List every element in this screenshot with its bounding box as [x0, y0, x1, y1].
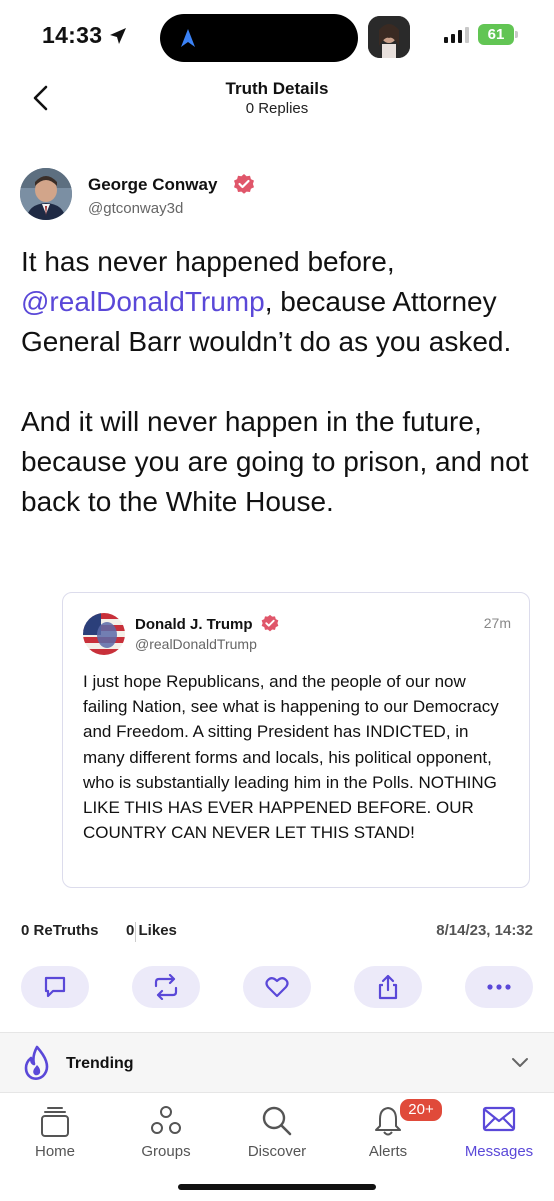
more-icon	[487, 984, 511, 990]
battery-level: 61	[487, 26, 505, 43]
tab-groups[interactable]: Groups	[111, 1099, 221, 1161]
quoted-author-handle[interactable]: @realDonaldTrump	[135, 636, 257, 652]
tab-alerts-label: Alerts	[368, 1143, 408, 1160]
tab-messages-label: Messages	[464, 1143, 534, 1160]
verified-badge-icon	[234, 174, 254, 194]
tab-home-label: Home	[34, 1143, 75, 1160]
retruths-stat[interactable]: 0 ReTruths	[21, 922, 99, 939]
tab-discover-label: Discover	[247, 1143, 307, 1160]
quoted-post-card[interactable]: Donald J. Trump @realDonaldTrump 27m I j…	[62, 592, 530, 888]
tab-groups-label: Groups	[141, 1143, 191, 1160]
cellular-signal-icon	[444, 27, 469, 43]
tab-messages[interactable]: Messages	[444, 1099, 554, 1161]
page-header: Truth Details 0 Replies	[0, 72, 554, 128]
page-title: Truth Details	[225, 79, 329, 98]
home-icon	[41, 1107, 69, 1137]
post-paragraph-2: And it will never happen in the future, …	[21, 406, 529, 517]
navigation-arrow-icon	[181, 29, 195, 47]
tab-home[interactable]: Home	[0, 1099, 110, 1161]
quoted-post-text: I just hope Republicans, and the people …	[83, 672, 499, 843]
home-indicator[interactable]	[178, 1184, 376, 1190]
heart-icon	[265, 977, 289, 998]
post-body: It has never happened before, @realDonal…	[21, 242, 541, 522]
dynamic-island	[160, 14, 358, 62]
search-icon	[262, 1106, 292, 1136]
trending-bar[interactable]: Trending	[0, 1032, 554, 1093]
trending-label: Trending	[66, 1055, 134, 1072]
battery-tip	[515, 31, 518, 38]
retruth-button[interactable]	[132, 966, 200, 1008]
author-name[interactable]: George Conway	[88, 175, 217, 195]
author-handle[interactable]: @gtconway3d	[88, 200, 183, 217]
location-arrow-icon	[110, 28, 126, 44]
alerts-badge: 20+	[398, 1097, 444, 1123]
reply-icon	[44, 976, 66, 998]
status-bar: 14:33 61	[0, 0, 554, 72]
reply-button[interactable]	[21, 966, 89, 1008]
chevron-down-icon[interactable]	[510, 1055, 530, 1069]
share-button[interactable]	[354, 966, 422, 1008]
battery-indicator: 61	[478, 24, 514, 45]
replies-count: 0 Replies	[245, 100, 309, 117]
retruths-label: ReTruths	[33, 922, 99, 939]
mail-icon	[482, 1106, 516, 1132]
quoted-post-time: 27m	[483, 615, 511, 631]
status-time: 14:33	[42, 22, 103, 48]
share-icon	[378, 974, 398, 1000]
live-activity-avatar	[368, 16, 410, 58]
author-avatar[interactable]	[20, 168, 72, 220]
post-timestamp: 8/14/23, 14:32	[436, 922, 533, 939]
quoted-verified-badge-icon	[261, 614, 279, 632]
quoted-author-name[interactable]: Donald J. Trump	[135, 616, 253, 633]
quoted-author-avatar[interactable]	[83, 613, 125, 655]
tab-discover[interactable]: Discover	[222, 1099, 332, 1161]
post-stats: 0 ReTruths 0 Likes 8/14/23, 14:32	[21, 922, 533, 942]
likes-count: 0	[126, 922, 135, 939]
post-text-start: It has never happened before,	[21, 246, 395, 277]
groups-icon	[151, 1106, 181, 1134]
mention-link[interactable]: @realDonaldTrump	[21, 286, 265, 317]
post-paragraph-1: It has never happened before, @realDonal…	[21, 242, 541, 362]
likes-label: Likes	[138, 922, 177, 939]
retruths-count: 0	[21, 922, 30, 939]
flame-icon	[24, 1045, 49, 1080]
more-button[interactable]	[465, 966, 533, 1008]
likes-stat[interactable]: 0 Likes	[126, 922, 177, 939]
like-button[interactable]	[243, 966, 311, 1008]
retruth-icon	[154, 974, 178, 1000]
